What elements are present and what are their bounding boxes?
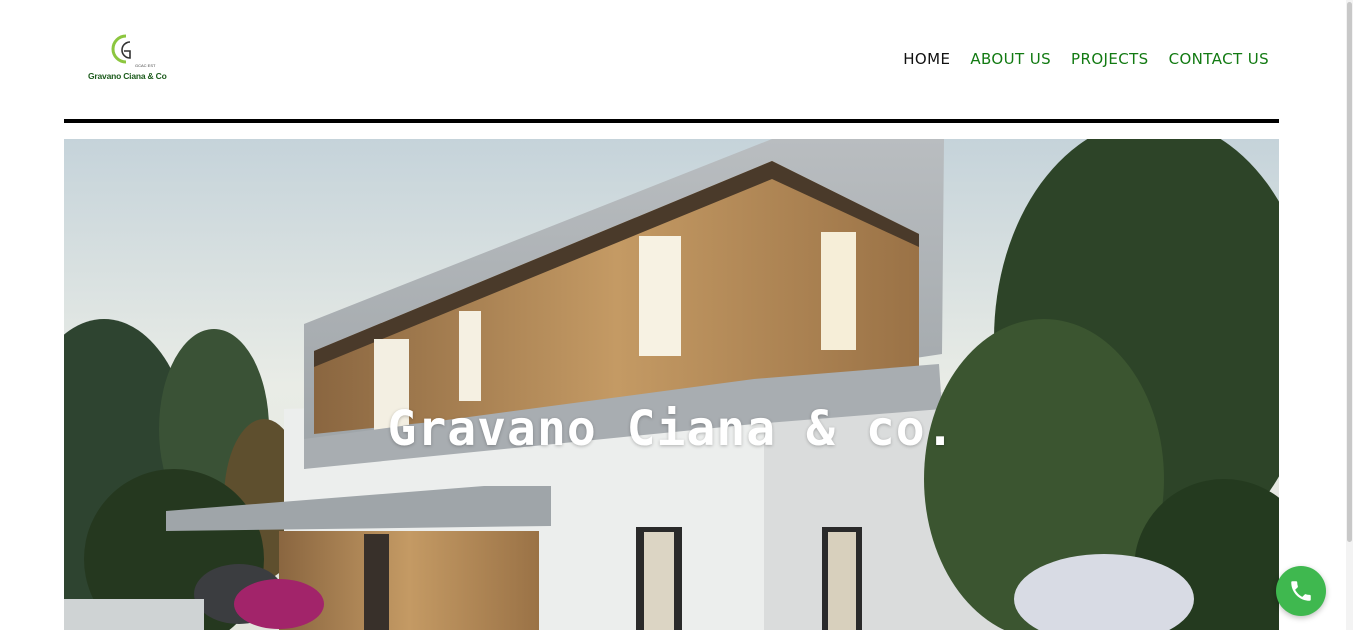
scrollbar-thumb[interactable] bbox=[1347, 2, 1352, 542]
logo-text: Gravano Ciana & Co bbox=[88, 71, 167, 81]
logo-tagline: GCAC EST bbox=[135, 63, 156, 68]
call-button[interactable] bbox=[1276, 566, 1326, 616]
hero-banner: Gravano Ciana & co. bbox=[64, 139, 1279, 630]
phone-icon bbox=[1291, 581, 1311, 601]
hero-house-image bbox=[64, 139, 1279, 630]
nav-contact-us[interactable]: CONTACT US bbox=[1169, 50, 1269, 68]
site-header: GCAC EST Gravano Ciana & Co HOME ABOUT U… bbox=[0, 0, 1353, 125]
nav-about-us[interactable]: ABOUT US bbox=[970, 50, 1051, 68]
page: GCAC EST Gravano Ciana & Co HOME ABOUT U… bbox=[0, 0, 1353, 630]
nav-home[interactable]: HOME bbox=[903, 50, 950, 68]
header-divider bbox=[64, 119, 1279, 123]
logo[interactable]: GCAC EST Gravano Ciana & Co bbox=[88, 28, 167, 88]
nav-projects[interactable]: PROJECTS bbox=[1071, 50, 1149, 68]
main-nav: HOME ABOUT US PROJECTS CONTACT US bbox=[903, 50, 1269, 68]
hero-title: Gravano Ciana & co. bbox=[387, 401, 956, 457]
scrollbar[interactable] bbox=[1346, 0, 1353, 630]
